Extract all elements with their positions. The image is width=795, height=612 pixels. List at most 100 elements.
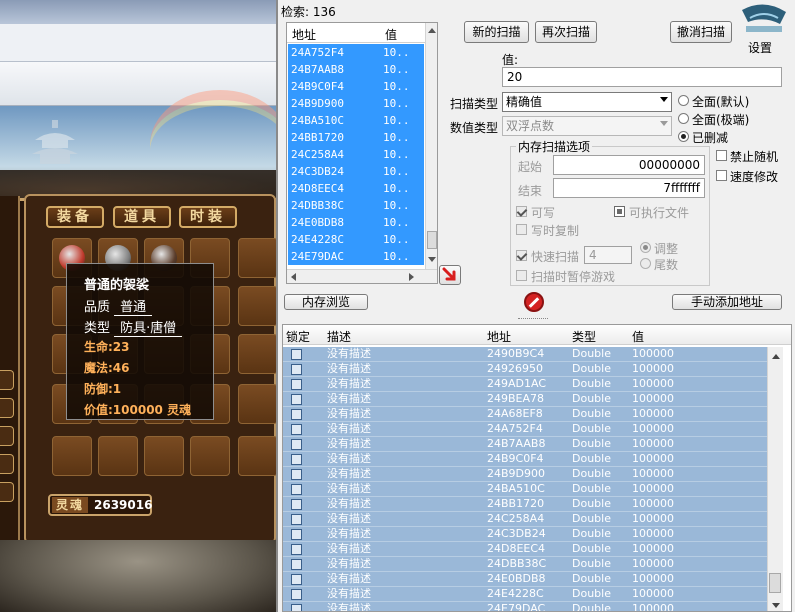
table-row[interactable]: 没有描述 24C258A4 Double 100000 (283, 512, 767, 527)
radio-truncated[interactable] (678, 131, 689, 142)
radio-full-extreme[interactable] (678, 113, 689, 124)
value-type-select[interactable]: 双浮点数 (502, 116, 672, 136)
value-input[interactable]: 20 (502, 67, 782, 87)
add-selected-to-list-button[interactable] (439, 265, 461, 285)
result-row[interactable]: 24DBB38C 10.. (288, 197, 424, 214)
result-row[interactable]: 24C258A4 10.. (288, 146, 424, 163)
table-row[interactable]: 没有描述 249AD1AC Double 100000 (283, 377, 767, 392)
results-hscroll[interactable] (287, 269, 437, 283)
lock-checkbox[interactable] (291, 529, 302, 540)
table-row[interactable]: 没有描述 24C3DB24 Double 100000 (283, 527, 767, 542)
radio-align-label[interactable]: 调整 (654, 240, 678, 257)
radio-truncated-label[interactable]: 已删减 (692, 129, 728, 146)
inventory-slot[interactable] (52, 436, 92, 476)
inventory-slot[interactable] (144, 436, 184, 476)
memory-view-button[interactable]: 内存浏览 (284, 294, 368, 310)
table-row[interactable]: 没有描述 24DBB38C Double 100000 (283, 557, 767, 572)
radio-full-extreme-label[interactable]: 全面(极端) (692, 111, 749, 128)
result-row[interactable]: 24D8EEC4 10.. (288, 180, 424, 197)
end-address-input[interactable]: 7fffffff (553, 178, 705, 198)
splitter-grip[interactable] (518, 318, 548, 321)
inventory-slot[interactable] (238, 384, 276, 424)
inventory-slot[interactable] (238, 286, 276, 326)
table-row[interactable]: 没有描述 24E0BDB8 Double 100000 (283, 572, 767, 587)
col-header-type[interactable]: 类型 (572, 328, 596, 345)
results-header-value[interactable]: 值 (385, 26, 397, 43)
results-vscroll[interactable] (425, 23, 437, 269)
cheat-engine-logo-icon[interactable] (740, 2, 788, 34)
next-scan-button[interactable]: 再次扫描 (535, 21, 597, 43)
disable-random-checkbox[interactable] (716, 150, 727, 161)
radio-full-default[interactable] (678, 95, 689, 106)
lock-checkbox[interactable] (291, 574, 302, 585)
scroll-right-icon[interactable] (409, 273, 414, 281)
lock-checkbox[interactable] (291, 364, 302, 375)
result-row[interactable]: 24C3DB24 10.. (288, 163, 424, 180)
table-row[interactable]: 没有描述 24D8EEC4 Double 100000 (283, 542, 767, 557)
col-header-value[interactable]: 值 (632, 328, 644, 345)
inventory-slot[interactable] (98, 436, 138, 476)
result-row[interactable]: 24E0BDB8 10.. (288, 214, 424, 231)
undo-scan-button[interactable]: 撤消扫描 (670, 21, 732, 43)
start-address-input[interactable]: 00000000 (553, 155, 705, 175)
side-button[interactable] (0, 370, 14, 390)
pause-game-checkbox[interactable] (516, 270, 527, 281)
settings-link[interactable]: 设置 (748, 39, 772, 56)
table-row[interactable]: 没有描述 24B9D900 Double 100000 (283, 467, 767, 482)
tab-items[interactable]: 道具 (113, 206, 171, 228)
inventory-slot[interactable] (238, 436, 276, 476)
scroll-up-icon[interactable] (428, 28, 436, 33)
lock-checkbox[interactable] (291, 484, 302, 495)
result-row[interactable]: 24E4228C 10.. (288, 231, 424, 248)
lock-checkbox[interactable] (291, 424, 302, 435)
lock-checkbox[interactable] (291, 499, 302, 510)
stop-icon[interactable] (524, 292, 544, 312)
side-button[interactable] (0, 426, 14, 446)
tab-fashion[interactable]: 时装 (179, 206, 237, 228)
writable-checkbox[interactable] (516, 206, 527, 217)
table-row[interactable]: 没有描述 24BB1720 Double 100000 (283, 497, 767, 512)
scroll-down-icon[interactable] (428, 257, 436, 262)
lock-checkbox[interactable] (291, 349, 302, 360)
result-row[interactable]: 24BB1720 10.. (288, 129, 424, 146)
address-table-scroll-thumb[interactable] (769, 573, 781, 593)
new-scan-button[interactable]: 新的扫描 (464, 21, 529, 43)
result-row[interactable]: 24B9D900 10.. (288, 95, 424, 112)
table-row[interactable]: 没有描述 24E4228C Double 100000 (283, 587, 767, 602)
lock-checkbox[interactable] (291, 589, 302, 600)
table-row[interactable]: 没有描述 24B7AAB8 Double 100000 (283, 437, 767, 452)
result-row[interactable]: 24B7AAB8 10.. (288, 61, 424, 78)
inventory-slot[interactable] (238, 334, 276, 374)
inventory-slot[interactable] (190, 436, 230, 476)
speedhack-checkbox[interactable] (716, 170, 727, 181)
col-header-description[interactable]: 描述 (327, 328, 351, 345)
table-row[interactable]: 没有描述 249BEA78 Double 100000 (283, 392, 767, 407)
table-row[interactable]: 没有描述 24E79DAC Double 100000 (283, 602, 767, 611)
add-address-manually-button[interactable]: 手动添加地址 (672, 294, 782, 310)
address-table-vscroll[interactable] (767, 347, 783, 611)
fast-scan-checkbox[interactable] (516, 250, 527, 261)
address-table[interactable]: 锁定 描述 地址 类型 值 没有描述 2490B9C4 Double 100000 没有… (282, 324, 792, 612)
radio-last-digits[interactable] (640, 258, 651, 269)
results-header-address[interactable]: 地址 (292, 26, 316, 43)
side-button[interactable] (0, 482, 14, 502)
lock-checkbox[interactable] (291, 454, 302, 465)
result-row[interactable]: 24A752F4 10.. (288, 44, 424, 61)
side-button[interactable] (0, 398, 14, 418)
scroll-up-icon[interactable] (772, 354, 780, 359)
radio-align[interactable] (640, 242, 651, 253)
radio-last-digits-label[interactable]: 尾数 (654, 256, 678, 273)
col-header-address[interactable]: 地址 (487, 328, 511, 345)
table-row[interactable]: 没有描述 24BA510C Double 100000 (283, 482, 767, 497)
result-row[interactable]: 24BA510C 10.. (288, 112, 424, 129)
table-row[interactable]: 没有描述 24926950 Double 100000 (283, 362, 767, 377)
scan-results-list[interactable]: 地址 值 24A752F4 10.. 24B7AAB8 10.. 24B9C0F4 10.… (286, 22, 438, 284)
scan-type-select[interactable]: 精确值 (502, 92, 672, 112)
lock-checkbox[interactable] (291, 469, 302, 480)
copy-on-write-checkbox[interactable] (516, 224, 527, 235)
speedhack-label[interactable]: 速度修改 (730, 168, 778, 185)
table-row[interactable]: 没有描述 24A68EF8 Double 100000 (283, 407, 767, 422)
lock-checkbox[interactable] (291, 439, 302, 450)
lock-checkbox[interactable] (291, 394, 302, 405)
scroll-down-icon[interactable] (772, 603, 780, 608)
